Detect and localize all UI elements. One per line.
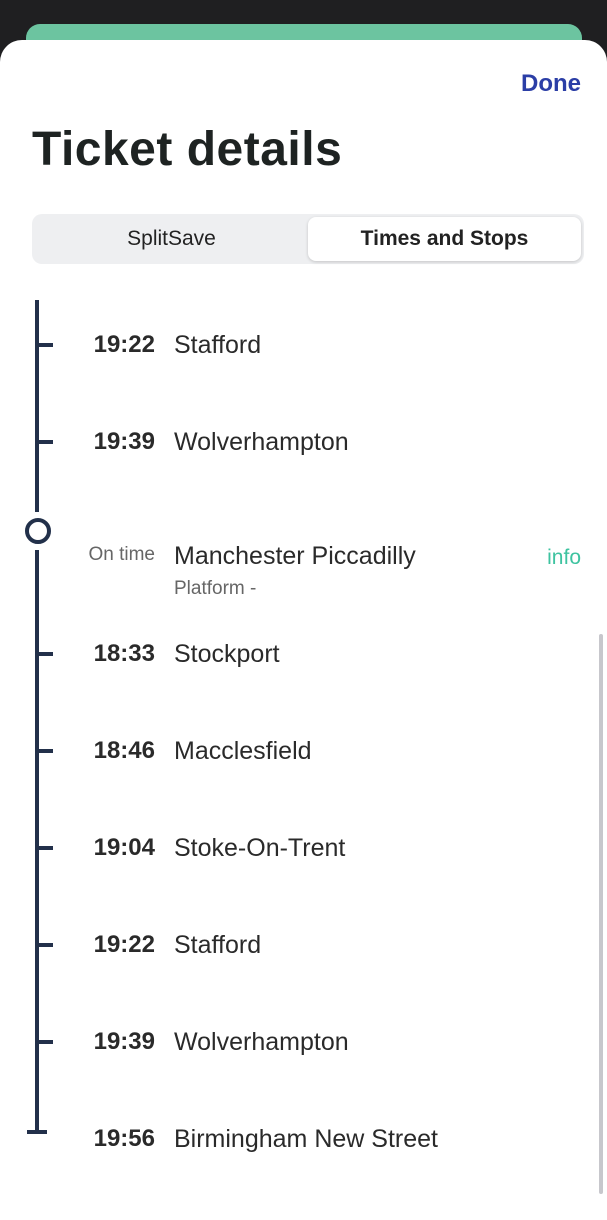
stop-time: 19:56 <box>93 1125 155 1152</box>
stop-time: 19:39 <box>93 1028 155 1055</box>
page-title: Ticket details <box>32 123 343 176</box>
stop-name: Wolverhampton <box>174 1028 349 1056</box>
stop-row: 19:56 Birmingham New Street <box>0 1125 607 1165</box>
tab-times-and-stops[interactable]: Times and Stops <box>308 217 581 261</box>
view-segmented-control: SplitSave Times and Stops <box>32 214 584 264</box>
stop-time: 19:22 <box>93 931 155 958</box>
current-stop-row: On time Manchester Piccadilly Platform -… <box>0 542 607 604</box>
stop-name: Stafford <box>174 931 262 959</box>
stop-time: 18:46 <box>93 737 155 764</box>
ticket-details-sheet: Done Ticket details SplitSave Times and … <box>0 40 607 1220</box>
stop-time: 19:22 <box>93 331 155 358</box>
stop-time: 18:33 <box>93 640 155 667</box>
stop-row: 19:04 Stoke-On-Trent <box>0 834 607 874</box>
stop-name: Stockport <box>174 640 280 668</box>
platform-label: Platform - <box>174 578 257 599</box>
done-button[interactable]: Done <box>521 70 581 98</box>
on-time-status: On time <box>88 544 155 565</box>
current-station-node <box>25 518 51 544</box>
stop-row: 19:22 Stafford <box>0 931 607 971</box>
stop-row: 19:22 Stafford <box>0 331 607 371</box>
stop-name: Macclesfield <box>174 737 312 765</box>
stop-row: 19:39 Wolverhampton <box>0 1028 607 1068</box>
stop-name: Stafford <box>174 331 262 359</box>
tab-splitsave[interactable]: SplitSave <box>35 217 308 261</box>
stop-name: Birmingham New Street <box>174 1125 438 1153</box>
info-link[interactable]: info <box>547 546 581 570</box>
stop-time: 19:39 <box>93 428 155 455</box>
stop-name: Manchester Piccadilly <box>174 542 416 570</box>
stop-row: 18:33 Stockport <box>0 640 607 680</box>
stop-name: Wolverhampton <box>174 428 349 456</box>
scrollbar[interactable] <box>599 634 603 1194</box>
stop-name: Stoke-On-Trent <box>174 834 346 862</box>
stop-time: 19:04 <box>93 834 155 861</box>
stop-row: 18:46 Macclesfield <box>0 737 607 777</box>
stop-row: 19:39 Wolverhampton <box>0 428 607 468</box>
